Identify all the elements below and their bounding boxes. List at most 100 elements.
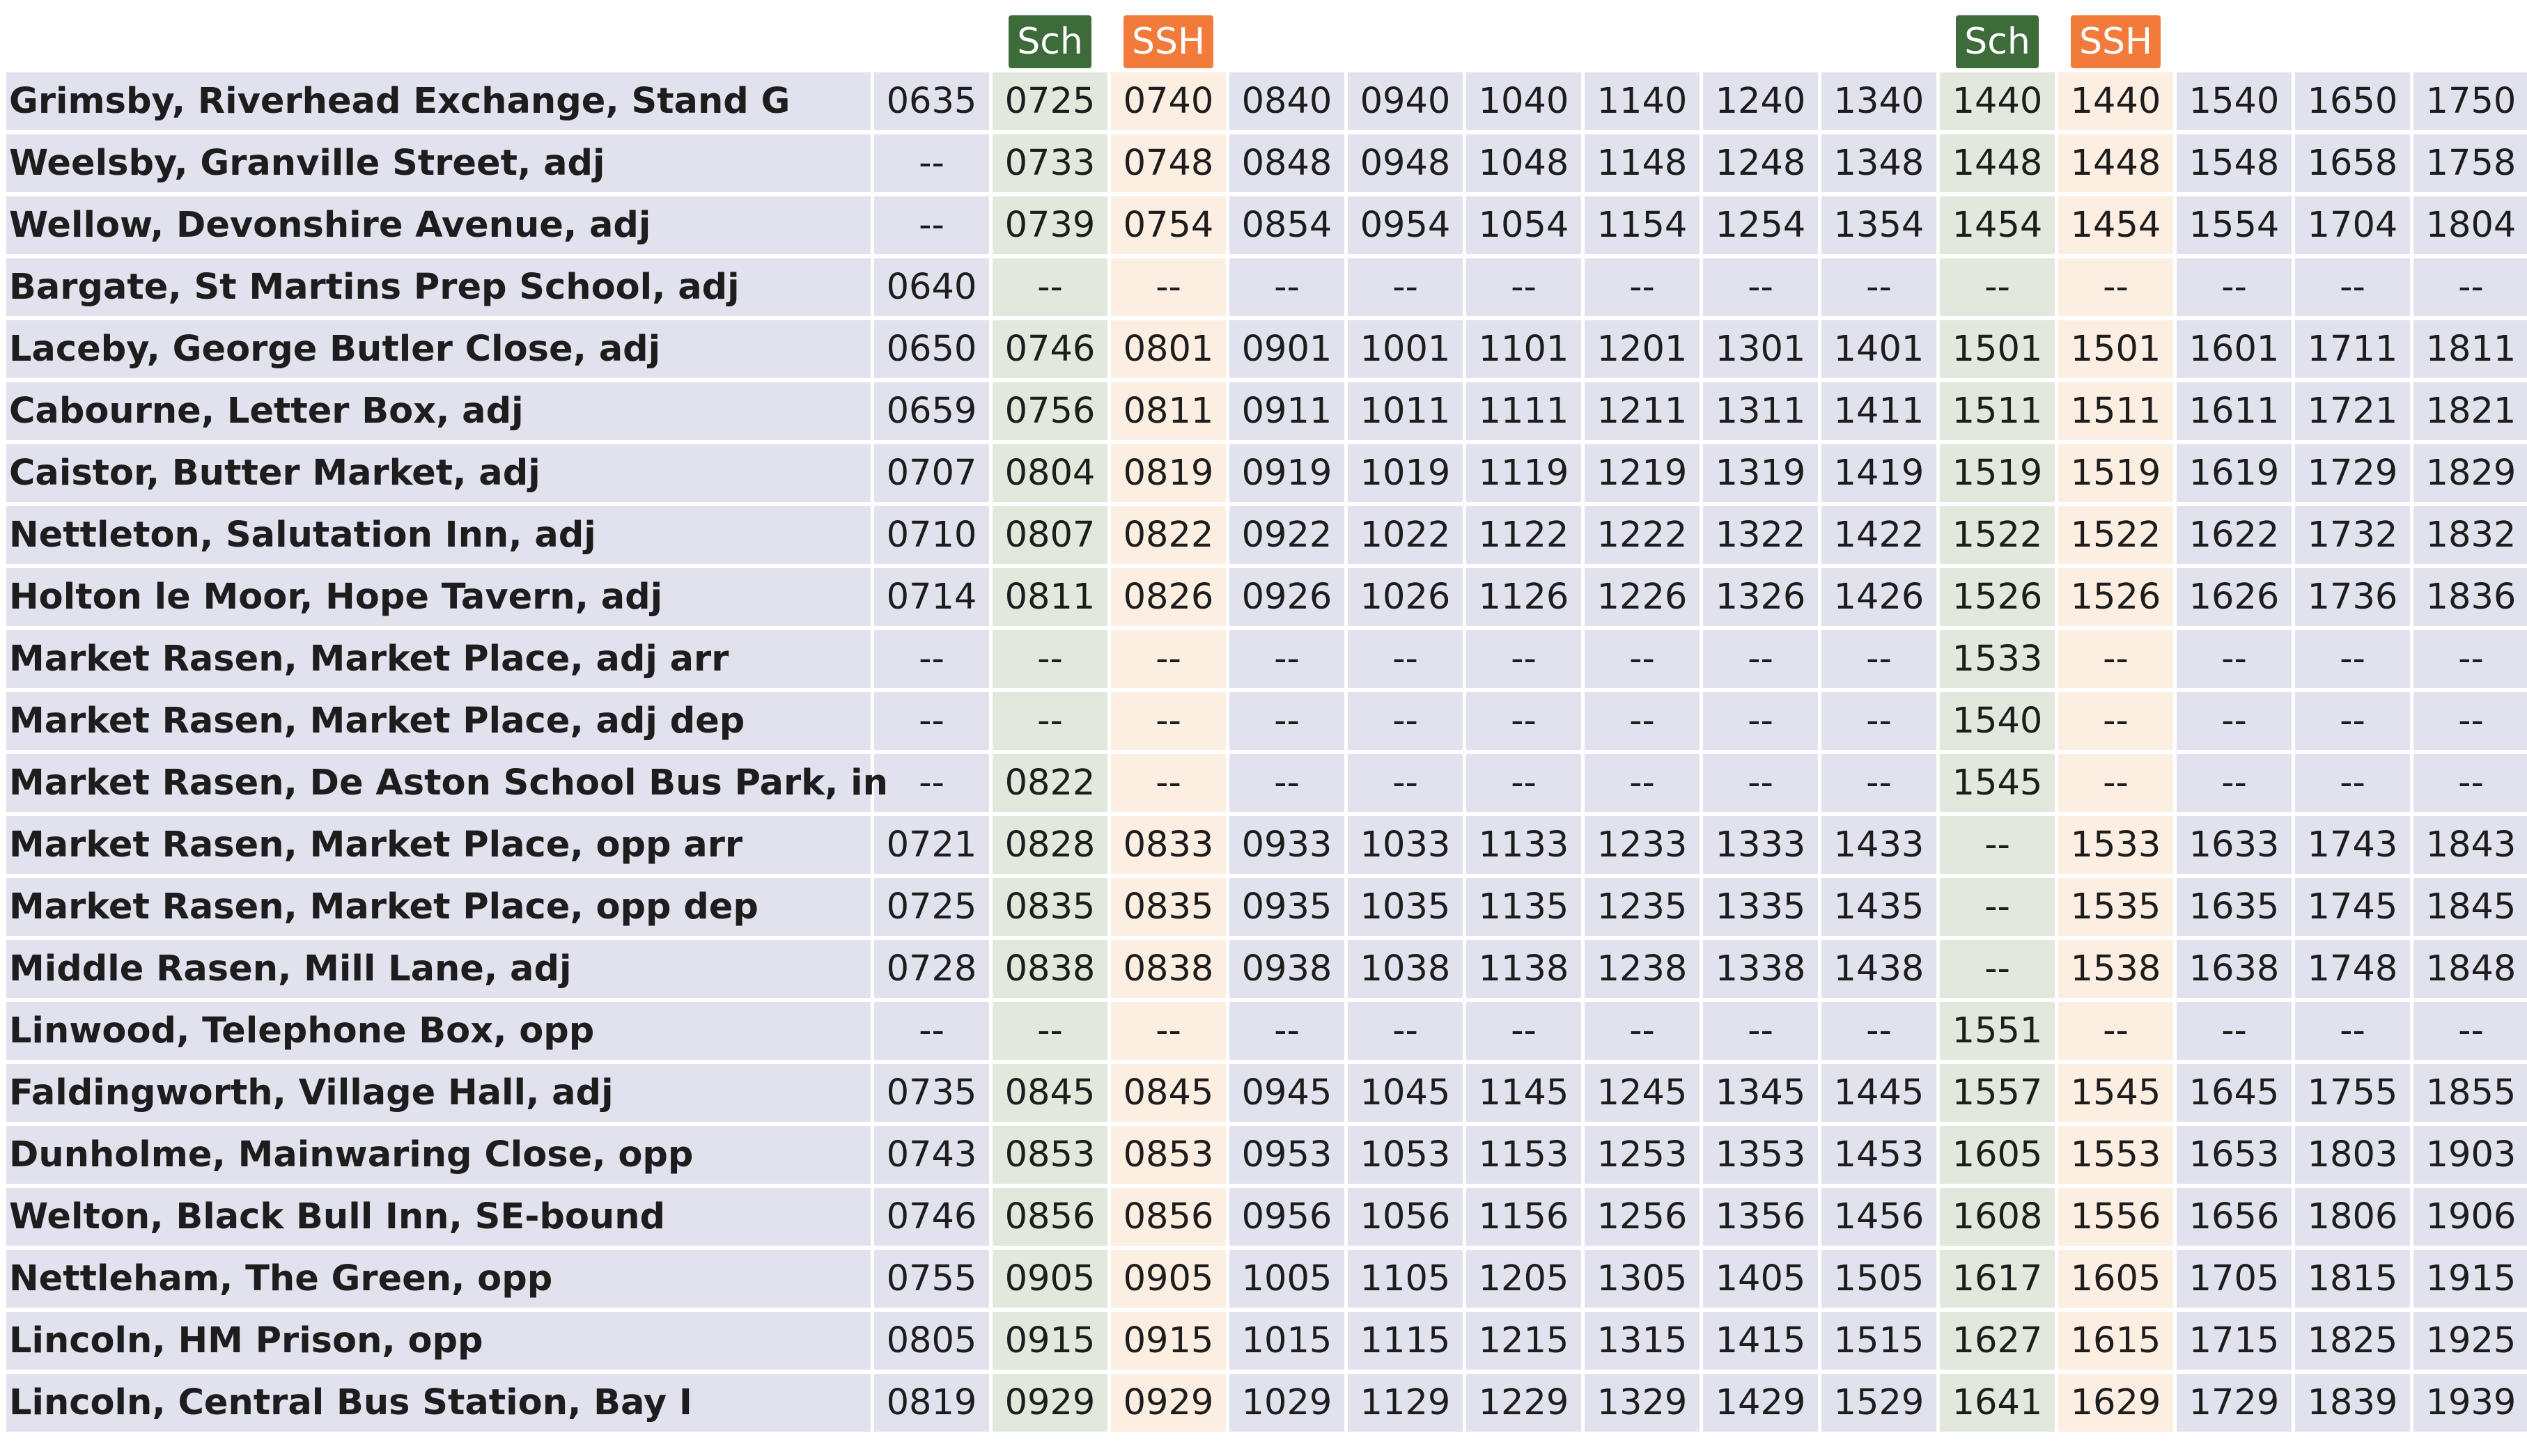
time-cell: 1821 xyxy=(2413,382,2527,440)
time-cell: 1645 xyxy=(2177,1064,2292,1122)
time-cell: 1538 xyxy=(2058,940,2173,998)
time-cell: 0740 xyxy=(1111,72,1226,130)
time-cell: 1238 xyxy=(1585,940,1700,998)
time-cell: 1219 xyxy=(1585,444,1700,502)
time-cell: 0840 xyxy=(1229,72,1344,130)
time-cell: 1035 xyxy=(1348,878,1463,936)
time-cell: 1845 xyxy=(2413,878,2527,936)
time-cell: -- xyxy=(2177,754,2292,812)
time-cell: 1501 xyxy=(2058,320,2173,378)
time-cell: 1453 xyxy=(1821,1126,1936,1184)
time-cell: 1354 xyxy=(1821,196,1936,254)
time-cell: 1511 xyxy=(1940,382,2055,440)
time-cell: 0743 xyxy=(874,1126,989,1184)
time-cell: 1750 xyxy=(2413,72,2527,130)
time-cell: -- xyxy=(1585,692,1700,750)
time-cell: 1843 xyxy=(2413,816,2527,874)
table-row: Market Rasen, Market Place, adj arr -- -- -… xyxy=(6,630,2527,688)
time-cell: -- xyxy=(2413,1002,2527,1060)
time-cell: 1348 xyxy=(1821,134,1936,192)
time-cell: 1627 xyxy=(1940,1312,2055,1370)
time-cell: 1815 xyxy=(2295,1250,2410,1308)
time-cell: 1026 xyxy=(1348,568,1463,626)
time-cell: 1939 xyxy=(2413,1374,2527,1432)
time-cell: -- xyxy=(1466,258,1581,316)
time-cell: 1633 xyxy=(2177,816,2292,874)
time-cell: -- xyxy=(1229,692,1344,750)
stop-name: Laceby, George Butler Close, adj xyxy=(6,320,871,378)
time-cell: 0640 xyxy=(874,258,989,316)
time-cell: 1319 xyxy=(1703,444,1818,502)
time-cell: 1653 xyxy=(2177,1126,2292,1184)
time-cell: 1429 xyxy=(1703,1374,1818,1432)
time-cell: 1335 xyxy=(1703,878,1818,936)
time-cell: -- xyxy=(1348,1002,1463,1060)
stop-name: Lincoln, Central Bus Station, Bay I xyxy=(6,1374,871,1432)
table-row: Weelsby, Granville Street, adj -- 0733 0748… xyxy=(6,134,2527,192)
table-row: Nettleton, Salutation Inn, adj 0710 0807 08… xyxy=(6,506,2527,564)
time-cell: 1556 xyxy=(2058,1188,2173,1246)
time-cell: 1529 xyxy=(1821,1374,1936,1432)
time-cell: 0856 xyxy=(1111,1188,1226,1246)
time-cell: 1732 xyxy=(2295,506,2410,564)
time-cell: 0938 xyxy=(1229,940,1344,998)
time-cell: 1422 xyxy=(1821,506,1936,564)
time-cell: 0754 xyxy=(1111,196,1226,254)
time-cell: -- xyxy=(874,630,989,688)
time-cell: 1519 xyxy=(1940,444,2055,502)
time-cell: 1605 xyxy=(1940,1126,2055,1184)
time-cell: 0805 xyxy=(874,1312,989,1370)
time-cell: 0838 xyxy=(993,940,1107,998)
stop-name: Middle Rasen, Mill Lane, adj xyxy=(6,940,871,998)
time-cell: 0835 xyxy=(993,878,1107,936)
time-cell: -- xyxy=(1940,940,2055,998)
time-cell: -- xyxy=(1466,630,1581,688)
time-cell: -- xyxy=(993,258,1107,316)
time-cell: 1758 xyxy=(2413,134,2527,192)
time-cell: 1115 xyxy=(1348,1312,1463,1370)
time-cell: 0919 xyxy=(1229,444,1344,502)
time-cell: 1745 xyxy=(2295,878,2410,936)
time-cell: 1440 xyxy=(2058,72,2173,130)
time-cell: -- xyxy=(1585,754,1700,812)
time-cell: 0853 xyxy=(1111,1126,1226,1184)
time-cell: -- xyxy=(1585,258,1700,316)
time-cell: 0905 xyxy=(993,1250,1107,1308)
stop-name: Market Rasen, Market Place, opp arr xyxy=(6,816,871,874)
time-cell: 1501 xyxy=(1940,320,2055,378)
table-row: Market Rasen, De Aston School Bus Park, … xyxy=(6,754,2527,812)
time-cell: -- xyxy=(2058,754,2173,812)
time-cell: -- xyxy=(1229,258,1344,316)
time-cell: 1705 xyxy=(2177,1250,2292,1308)
time-cell: 1338 xyxy=(1703,940,1818,998)
header-cell xyxy=(874,4,989,68)
sch-badge: Sch xyxy=(1009,15,1091,68)
time-cell: 0940 xyxy=(1348,72,1463,130)
time-cell: 0835 xyxy=(1111,878,1226,936)
time-cell: -- xyxy=(2413,692,2527,750)
time-cell: -- xyxy=(2177,630,2292,688)
time-cell: 1829 xyxy=(2413,444,2527,502)
stop-name: Linwood, Telephone Box, opp xyxy=(6,1002,871,1060)
time-cell: 0659 xyxy=(874,382,989,440)
time-cell: 1305 xyxy=(1585,1250,1700,1308)
time-cell: 0807 xyxy=(993,506,1107,564)
time-cell: 1245 xyxy=(1585,1064,1700,1122)
time-cell: 1205 xyxy=(1466,1250,1581,1308)
time-cell: 1153 xyxy=(1466,1126,1581,1184)
header-cell xyxy=(1348,4,1463,68)
header-cell xyxy=(1703,4,1818,68)
time-cell: 1240 xyxy=(1703,72,1818,130)
time-cell: 0848 xyxy=(1229,134,1344,192)
time-cell: 1522 xyxy=(1940,506,2055,564)
time-cell: -- xyxy=(1940,878,2055,936)
sch-badge: Sch xyxy=(1956,15,2039,68)
time-cell: 0804 xyxy=(993,444,1107,502)
time-cell: 1256 xyxy=(1585,1188,1700,1246)
time-cell: 1704 xyxy=(2295,196,2410,254)
time-cell: -- xyxy=(874,692,989,750)
table-row: Market Rasen, Market Place, opp dep 0725 0… xyxy=(6,878,2527,936)
time-cell: -- xyxy=(2413,754,2527,812)
time-cell: 0725 xyxy=(993,72,1107,130)
time-cell: 0929 xyxy=(1111,1374,1226,1432)
